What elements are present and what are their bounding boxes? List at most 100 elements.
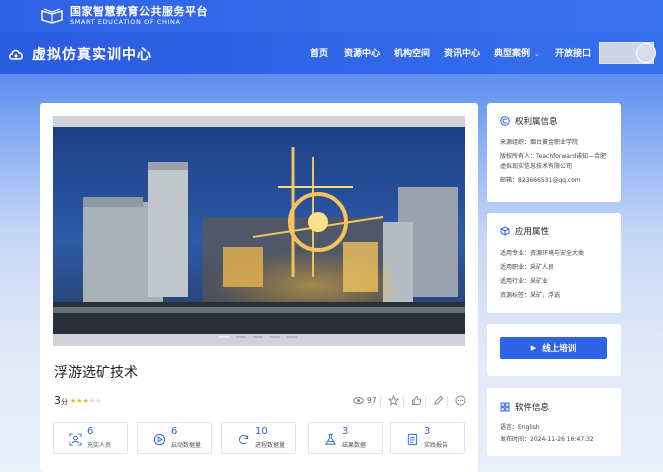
eye-icon (353, 397, 364, 404)
attributes-heading: 应用属性 (500, 225, 549, 237)
rights-source: 来源组织：烟台黄金职业学院 (500, 138, 578, 148)
more-button[interactable] (455, 395, 466, 406)
cloud-icon (9, 49, 23, 60)
chevron-down-icon: ⌄ (534, 50, 540, 58)
software-heading-text: 软件信息 (515, 403, 550, 413)
thumbs-up-icon (411, 395, 422, 406)
info-value: 采矿人员 (530, 264, 555, 271)
stat-label: 进程数据量 (255, 442, 286, 449)
stat-value: 6 (171, 426, 178, 437)
stat-value: 10 (255, 426, 268, 437)
more-icon (455, 395, 466, 406)
nav-cases[interactable]: 典型案例 ⌄ (494, 46, 540, 59)
software-card (487, 388, 621, 456)
score-value: 3 (54, 394, 61, 407)
pencil-icon (434, 395, 444, 405)
flask-icon (325, 433, 336, 445)
book-logo-icon (41, 8, 63, 24)
info-value: 烟台黄金职业学院 (530, 139, 579, 146)
nav-news[interactable]: 资讯中心 (444, 46, 480, 59)
views-count: 97 (367, 396, 377, 405)
stat-label: 启动数据量 (171, 442, 202, 449)
info-key: 邮箱： (500, 177, 519, 184)
mine-plant-illustration (53, 127, 465, 334)
course-cover-image (53, 127, 465, 334)
software-release-date: 发布时间：2024-11-26 16:47:32 (500, 435, 594, 445)
report-icon (407, 433, 418, 446)
person-scan-icon (69, 433, 82, 446)
carousel-dot[interactable] (236, 336, 246, 338)
info-key: 适用行业： (500, 278, 531, 285)
copyright-icon (500, 116, 510, 126)
site-title: 虚拟仿真实训中心 (32, 47, 152, 63)
rating-stars: ★★★★★ (70, 397, 101, 405)
info-value: 采矿，浮选 (530, 292, 561, 299)
platform-brand[interactable]: 国家智慧教育公共服务平台 SMART EDUCATION OF CHINA (40, 6, 208, 26)
rights-owner: 版权所有人：Teachforward诺知—合肥 (500, 152, 606, 162)
favorite-button[interactable] (388, 395, 399, 406)
info-value: 采矿业 (530, 278, 549, 285)
play-circle-icon (153, 433, 166, 446)
grid-icon (500, 402, 510, 412)
info-key: 资源标签： (500, 292, 531, 299)
stat-card-reports[interactable]: 3 实践报告 (390, 422, 465, 454)
info-key: 语言： (500, 424, 519, 431)
carousel-dot[interactable] (219, 336, 229, 338)
site-logo[interactable]: 虚拟仿真实训中心 (8, 44, 152, 64)
nav-home[interactable]: 首页 (310, 46, 328, 59)
nav-cases-label: 典型案例 (494, 49, 531, 59)
brand-name-cn: 国家智慧教育公共服务平台 (70, 5, 208, 18)
star-icon (388, 395, 399, 406)
brand-name-en: SMART EDUCATION OF CHINA (70, 18, 181, 26)
stat-label: 结果数据 (342, 442, 367, 449)
nav-api[interactable]: 开放接口 (555, 46, 591, 59)
rights-email: 邮箱：823666531@qq.com (500, 176, 581, 186)
software-language: 语言：English (500, 423, 540, 433)
course-title: 浮游选矿技术 (54, 365, 138, 381)
avatar[interactable] (636, 43, 656, 63)
online-training-label: 线上培训 (542, 344, 577, 354)
nav-institutions[interactable]: 机构空间 (394, 46, 430, 59)
stat-label: 实践报告 (424, 442, 449, 449)
attributes-heading-text: 应用属性 (515, 227, 550, 237)
attr-major: 适用专业：资源环境与安全大类 (500, 249, 584, 259)
cube-icon (500, 226, 510, 236)
divider (447, 396, 448, 406)
info-value: 2024-11-26 16:47:32 (530, 436, 594, 443)
stat-card-process-data[interactable]: 10 进程数据量 (221, 422, 296, 454)
rights-heading-text: 权利属信息 (515, 117, 558, 127)
refresh-icon (239, 434, 249, 445)
divider (403, 396, 404, 406)
online-training-button[interactable]: ▶ 线上培训 (500, 337, 607, 359)
info-value: English (518, 424, 540, 431)
comment-button[interactable] (433, 395, 444, 406)
info-key: 适用职业： (500, 264, 531, 271)
carousel-dot[interactable] (270, 336, 280, 338)
stat-card-personnel[interactable]: 6 充实人员 (53, 422, 128, 454)
carousel-dot[interactable] (253, 336, 263, 338)
info-key: 来源组织： (500, 139, 531, 146)
like-button[interactable] (411, 395, 422, 406)
software-heading: 软件信息 (500, 401, 549, 413)
stat-value: 3 (424, 426, 431, 437)
stat-card-start-data[interactable]: 6 启动数据量 (137, 422, 212, 454)
nav-resources[interactable]: 资源中心 (344, 46, 380, 59)
views-counter: 97 (353, 395, 377, 406)
info-value: 823666531@qq.com (518, 177, 581, 184)
attr-occupation: 适用职业：采矿人员 (500, 263, 554, 273)
score-unit: 分 (61, 398, 68, 406)
info-key: 适用专业： (500, 250, 531, 257)
attr-industry: 适用行业：采矿业 (500, 277, 548, 287)
course-score: 3分 (54, 394, 68, 407)
info-key: 版权所有人： (500, 153, 537, 160)
star-empty-icon: ★ (95, 397, 102, 405)
stat-card-results[interactable]: 3 结果数据 (308, 422, 383, 454)
carousel-dot[interactable] (287, 336, 297, 338)
attr-tags: 资源标签：采矿，浮选 (500, 291, 560, 301)
stat-value: 6 (87, 426, 94, 437)
rights-owner-cont: 虚拟现实信息技术有限公司 (500, 163, 573, 170)
rights-heading: 权利属信息 (500, 115, 558, 127)
info-value: Teachforward诺知—合肥 (536, 153, 607, 160)
stat-label: 充实人员 (87, 442, 112, 449)
play-icon: ▶ (530, 344, 537, 352)
